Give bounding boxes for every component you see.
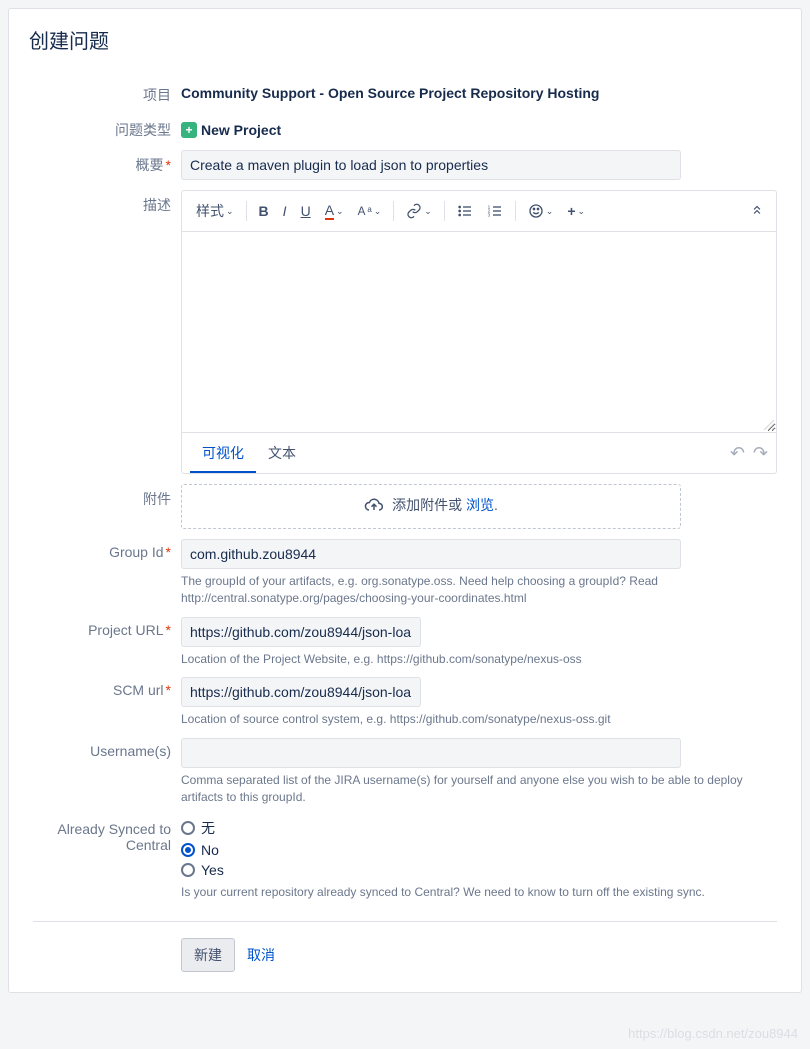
rich-text-editor: 样式⌄ B I U A⌄ Aᵃ⌄ ⌄: [181, 190, 777, 474]
attachment-dropzone[interactable]: 添加附件或 浏览.: [181, 484, 681, 529]
scm-url-label: SCM url: [33, 677, 181, 728]
synced-radio-no[interactable]: [181, 843, 195, 857]
submit-button[interactable]: 新建: [181, 938, 235, 972]
synced-label: Already Synced to Central: [33, 816, 181, 901]
synced-option-none: 无: [201, 818, 215, 838]
attachment-text: 添加附件或: [392, 497, 466, 513]
usernames-help: Comma separated list of the JIRA usernam…: [181, 772, 777, 806]
watermark: https://blog.csdn.net/zou8944: [628, 1026, 798, 1041]
style-dropdown[interactable]: 样式⌄: [190, 197, 240, 225]
project-value: Community Support - Open Source Project …: [181, 80, 777, 105]
groupid-label: Group Id: [33, 539, 181, 607]
summary-input[interactable]: [181, 150, 681, 180]
groupid-input[interactable]: [181, 539, 681, 569]
create-issue-dialog: 创建问题 项目 Community Support - Open Source …: [8, 8, 802, 993]
undo-icon[interactable]: ↶: [730, 443, 745, 464]
synced-help: Is your current repository already synce…: [181, 884, 777, 901]
redo-icon[interactable]: ↷: [753, 443, 768, 464]
groupid-help: The groupId of your artifacts, e.g. org.…: [181, 573, 777, 607]
separator: [444, 201, 445, 221]
form: 项目 Community Support - Open Source Proje…: [9, 68, 801, 992]
svg-text:3: 3: [487, 212, 490, 217]
insert-button[interactable]: +⌄: [561, 199, 591, 223]
text-color-button[interactable]: A⌄: [319, 198, 350, 224]
dialog-title: 创建问题: [29, 25, 781, 54]
project-url-help: Location of the Project Website, e.g. ht…: [181, 651, 777, 668]
attachment-label: 附件: [33, 484, 181, 529]
project-url-input[interactable]: [181, 617, 421, 647]
new-project-icon: +: [181, 122, 197, 138]
tab-visual[interactable]: 可视化: [190, 433, 256, 473]
separator: [515, 201, 516, 221]
dialog-footer: 新建 取消: [33, 921, 777, 972]
underline-button[interactable]: U: [295, 199, 317, 223]
issue-type-label: 问题类型: [33, 115, 181, 140]
scm-url-help: Location of source control system, e.g. …: [181, 711, 777, 728]
project-label: 项目: [33, 80, 181, 105]
editor-toolbar: 样式⌄ B I U A⌄ Aᵃ⌄ ⌄: [182, 191, 776, 232]
link-button[interactable]: ⌄: [400, 199, 438, 223]
browse-link[interactable]: 浏览: [466, 497, 494, 513]
italic-button[interactable]: I: [277, 199, 293, 223]
synced-radio-yes[interactable]: [181, 863, 195, 877]
emoji-button[interactable]: ⌄: [522, 199, 560, 223]
cancel-button[interactable]: 取消: [247, 945, 275, 965]
tab-text[interactable]: 文本: [256, 433, 308, 473]
description-label: 描述: [33, 190, 181, 474]
bold-button[interactable]: B: [253, 199, 275, 223]
usernames-label: Username(s): [33, 738, 181, 806]
synced-radio-none[interactable]: [181, 821, 195, 835]
synced-option-yes: Yes: [201, 862, 224, 878]
summary-label: 概要: [33, 150, 181, 180]
scm-url-input[interactable]: [181, 677, 421, 707]
dialog-header: 创建问题: [9, 9, 801, 68]
separator: [246, 201, 247, 221]
description-textarea[interactable]: [182, 232, 776, 432]
usernames-input[interactable]: [181, 738, 681, 768]
separator: [393, 201, 394, 221]
synced-option-no: No: [201, 842, 219, 858]
resize-handle-icon[interactable]: [762, 418, 774, 430]
upload-cloud-icon: [364, 495, 384, 515]
collapse-toolbar-icon[interactable]: [746, 199, 768, 224]
bullet-list-button[interactable]: [451, 199, 479, 223]
issue-type-value: New Project: [201, 122, 281, 138]
project-url-label: Project URL: [33, 617, 181, 668]
numbered-list-button[interactable]: 123: [481, 199, 509, 223]
more-format-button[interactable]: Aᵃ⌄: [352, 201, 388, 222]
